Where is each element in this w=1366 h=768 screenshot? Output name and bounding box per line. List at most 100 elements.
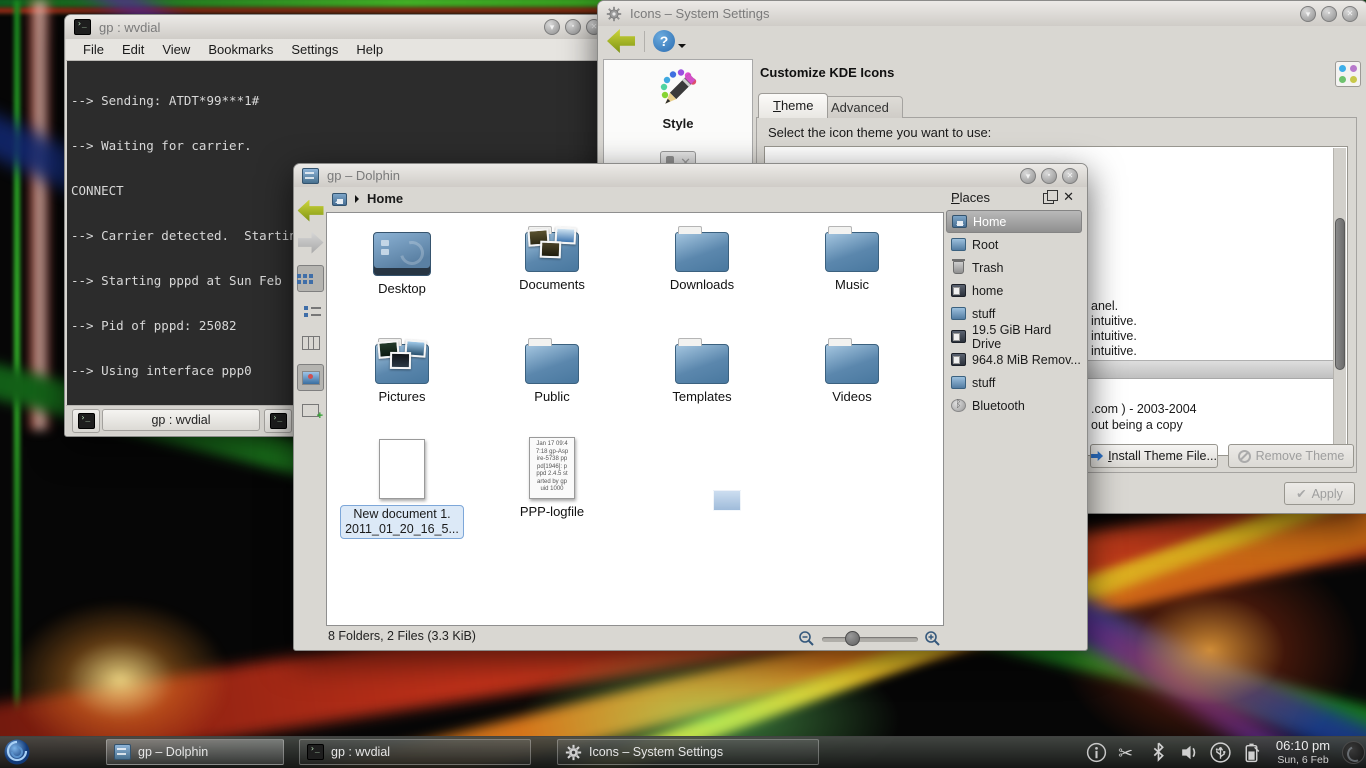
scrollbar-thumb[interactable] (1335, 218, 1345, 370)
breadcrumb[interactable]: Home (367, 191, 403, 206)
folder-item[interactable]: Documents (487, 223, 617, 292)
bluetooth-icon[interactable] (1147, 741, 1170, 764)
theme-description-fragment: anel. (1091, 299, 1118, 313)
blank-document-icon (379, 439, 425, 499)
new-tab-button[interactable] (72, 409, 100, 433)
place-home-partition[interactable]: home (946, 279, 1082, 302)
forward-button[interactable] (297, 229, 324, 256)
menu-settings[interactable]: Settings (282, 42, 347, 57)
overview-button[interactable] (1335, 61, 1361, 87)
zoom-in-icon[interactable] (924, 630, 942, 648)
theme-credit-line: out being a copy (1091, 418, 1183, 432)
page-title: Customize KDE Icons (760, 65, 894, 80)
scrollbar[interactable] (1333, 148, 1346, 454)
menu-bookmarks[interactable]: Bookmarks (199, 42, 282, 57)
zoom-out-icon[interactable] (798, 630, 816, 648)
terminal-titlebar[interactable]: gp : wvdial (65, 15, 611, 39)
volume-icon[interactable] (1178, 741, 1201, 764)
digital-clock[interactable]: 06:10 pm Sun, 6 Feb (1266, 739, 1340, 767)
tab-advanced[interactable]: Advanced (817, 96, 903, 118)
terminal-tab[interactable]: gp : wvdial (102, 409, 260, 431)
folder-item[interactable]: Templates (637, 335, 767, 404)
dolphin-file-view[interactable]: Desktop Documents Downloads Music Pictur… (326, 212, 944, 626)
menu-view[interactable]: View (153, 42, 199, 57)
maximize-icon[interactable] (1041, 168, 1057, 184)
terminal-icon (78, 413, 95, 429)
preview-button[interactable] (297, 364, 324, 391)
tab-list-button[interactable] (264, 409, 292, 433)
hard-drive-icon (951, 284, 966, 297)
help-button[interactable]: ? (653, 30, 675, 52)
remove-theme-button[interactable]: Remove Theme (1228, 444, 1354, 468)
battery-icon[interactable] (1240, 741, 1263, 764)
folder-item[interactable]: Pictures (337, 335, 467, 404)
terminal-menubar: File Edit View Bookmarks Settings Help (66, 39, 610, 61)
place-home[interactable]: Home (946, 210, 1082, 233)
minimize-icon[interactable] (544, 19, 560, 35)
folder-item[interactable]: Videos (787, 335, 917, 404)
gear-icon (565, 744, 582, 761)
back-button[interactable] (607, 29, 635, 53)
split-view-button[interactable] (297, 397, 324, 424)
close-icon[interactable] (1062, 168, 1078, 184)
terminal-window-title: gp : wvdial (99, 20, 160, 35)
columns-view-button[interactable] (297, 329, 324, 356)
back-button[interactable] (297, 197, 324, 224)
task-system-settings[interactable]: Icons – System Settings (557, 739, 819, 765)
downloads-folder-icon (675, 232, 729, 272)
launcher-logo-icon[interactable] (3, 738, 31, 766)
task-dolphin[interactable]: gp – Dolphin (106, 739, 284, 765)
details-view-button[interactable] (297, 297, 324, 324)
remove-theme-label: Remove Theme (1256, 449, 1345, 463)
device-notifier-usb-icon[interactable] (1209, 741, 1232, 764)
install-theme-button[interactable]: Install Theme File... (1090, 444, 1218, 468)
place-trash[interactable]: Trash (946, 256, 1082, 279)
place-root[interactable]: Root (946, 233, 1082, 256)
menu-help[interactable]: Help (347, 42, 392, 57)
icons-view-icon (297, 274, 301, 278)
place-bluetooth[interactable]: Bluetooth (946, 394, 1082, 417)
folder-label: Public (487, 389, 617, 404)
minimize-icon[interactable] (1300, 6, 1316, 22)
folder-item[interactable]: Public (487, 335, 617, 404)
settings-titlebar[interactable]: Icons – System Settings (598, 1, 1366, 26)
places-panel: Places ✕ Home Root Trash home stuff 19.5… (946, 188, 1082, 648)
file-item[interactable]: Jan 17 09:4 7:18 gp-Asp ire-5738 pp pd[1… (487, 435, 617, 519)
sidebar-item-style[interactable]: Style (604, 60, 752, 131)
gear-icon (606, 6, 622, 22)
apply-button[interactable]: ✔ Apply (1284, 482, 1355, 505)
tab-theme[interactable]: Theme (758, 93, 828, 118)
documents-folder-icon (525, 232, 579, 272)
zoom-slider-handle[interactable] (845, 631, 860, 646)
apply-label: Apply (1312, 487, 1343, 501)
menu-file[interactable]: File (74, 42, 113, 57)
place-hard-drive[interactable]: 19.5 GiB Hard Drive (946, 325, 1082, 348)
close-icon[interactable] (1342, 6, 1358, 22)
folder-item[interactable]: Desktop (337, 223, 467, 296)
info-icon[interactable] (1085, 741, 1108, 764)
clipboard-scissors-icon[interactable]: ✂ (1116, 741, 1139, 764)
hard-drive-icon (951, 330, 966, 343)
maximize-icon[interactable] (565, 19, 581, 35)
folder-item[interactable]: Music (787, 223, 917, 292)
menu-edit[interactable]: Edit (113, 42, 153, 57)
sidebar-item-label: Style (604, 116, 752, 131)
breadcrumb-home-button[interactable] (327, 190, 351, 209)
folder-item[interactable]: Downloads (637, 223, 767, 292)
task-wvdial[interactable]: gp : wvdial (299, 739, 531, 765)
close-panel-icon[interactable]: ✕ (1063, 189, 1074, 205)
detach-panel-icon[interactable] (1043, 193, 1054, 204)
icons-view-button[interactable] (297, 265, 324, 292)
place-removable-drive[interactable]: 964.8 MiB Remov... (946, 348, 1082, 371)
task-label: gp – Dolphin (138, 745, 208, 759)
file-item-selected[interactable]: New document 1.2011_01_20_16_5... (337, 435, 467, 539)
details-view-icon (304, 306, 308, 310)
panel-toolbox-cashew-icon[interactable] (1342, 741, 1365, 764)
minimize-icon[interactable] (1020, 168, 1036, 184)
place-stuff-2[interactable]: stuff (946, 371, 1082, 394)
maximize-icon[interactable] (1321, 6, 1337, 22)
dolphin-titlebar[interactable]: gp – Dolphin (294, 164, 1087, 187)
folder-label: Downloads (637, 277, 767, 292)
zoom-slider[interactable] (822, 637, 918, 642)
chevron-down-icon[interactable] (678, 44, 686, 52)
